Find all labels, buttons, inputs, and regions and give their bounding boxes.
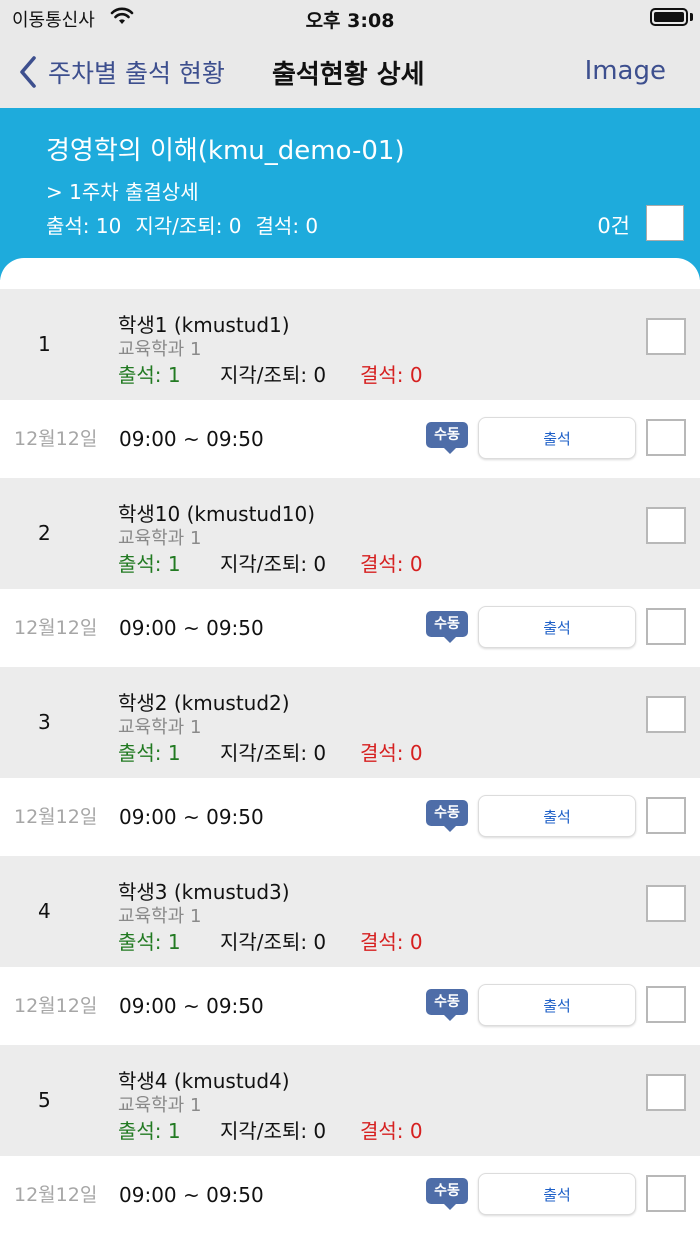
image-button[interactable]: Image xyxy=(585,56,666,86)
attendance-status-button[interactable]: 출석 xyxy=(478,1173,636,1215)
student-late-count: 지각/조퇴: 0 xyxy=(220,552,327,576)
attendance-status-button[interactable]: 출석 xyxy=(478,606,636,648)
student-checkbox[interactable] xyxy=(646,318,686,355)
student-department: 교육학과 1 xyxy=(118,717,202,738)
manual-badge: 수동 xyxy=(426,1178,468,1210)
manual-badge: 수동 xyxy=(426,611,468,643)
back-button[interactable]: 주차별 출석 현황 xyxy=(18,52,225,92)
session-date: 12월12일 xyxy=(14,617,98,639)
session-date: 12월12일 xyxy=(14,1184,98,1206)
student-number: 2 xyxy=(38,521,51,545)
session-row: 12월12일 09:00 ~ 09:50 수동 출석 xyxy=(0,967,700,1045)
session-row: 12월12일 09:00 ~ 09:50 수동 출석 xyxy=(0,400,700,478)
week-label: > 1주차 출결상세 xyxy=(46,180,199,204)
session-date: 12월12일 xyxy=(14,995,98,1017)
selected-count: 0건 xyxy=(597,214,630,238)
manual-badge: 수동 xyxy=(426,989,468,1021)
session-checkbox[interactable] xyxy=(646,1175,686,1212)
student-present-count: 출석: 1 xyxy=(118,930,181,954)
student-name: 학생10 (kmustud10) xyxy=(118,502,316,526)
student-absent-count: 결석: 0 xyxy=(360,930,423,954)
session-row: 12월12일 09:00 ~ 09:50 수동 출석 xyxy=(0,589,700,667)
student-present-count: 출석: 1 xyxy=(118,1119,181,1143)
course-title: 경영학의 이해(kmu_demo-01) xyxy=(46,136,405,166)
attendance-summary: 출석: 10 지각/조퇴: 0 결석: 0 xyxy=(46,210,332,239)
battery-icon xyxy=(650,8,688,26)
session-checkbox[interactable] xyxy=(646,986,686,1023)
student-late-count: 지각/조퇴: 0 xyxy=(220,741,327,765)
student-department: 교육학과 1 xyxy=(118,1095,202,1116)
student-name: 학생2 (kmustud2) xyxy=(118,691,290,715)
course-header: 경영학의 이해(kmu_demo-01) > 1주차 출결상세 출석: 10 지각… xyxy=(0,108,700,280)
battery-tip xyxy=(690,13,693,21)
student-row[interactable]: 4 학생3 (kmustud3) 교육학과 1 출석: 1 지각/조퇴: 0 결석: 0 xyxy=(0,856,700,967)
session-time: 09:00 ~ 09:50 xyxy=(119,805,264,829)
student-checkbox[interactable] xyxy=(646,885,686,922)
summary-absent: 결석: 0 xyxy=(255,214,319,238)
student-name: 학생4 (kmustud4) xyxy=(118,1069,290,1093)
chevron-left-icon xyxy=(20,56,36,88)
clock: 오후 3:08 xyxy=(305,10,395,32)
student-department: 교육학과 1 xyxy=(118,906,202,927)
session-date: 12월12일 xyxy=(14,806,98,828)
student-name: 학생1 (kmustud1) xyxy=(118,313,290,337)
student-department: 교육학과 1 xyxy=(118,528,202,549)
student-late-count: 지각/조퇴: 0 xyxy=(220,363,327,387)
student-present-count: 출석: 1 xyxy=(118,741,181,765)
student-number: 3 xyxy=(38,710,51,734)
session-checkbox[interactable] xyxy=(646,419,686,456)
attendance-status-button[interactable]: 출석 xyxy=(478,795,636,837)
attendance-status-button[interactable]: 출석 xyxy=(478,984,636,1026)
manual-badge: 수동 xyxy=(426,422,468,454)
student-present-count: 출석: 1 xyxy=(118,363,181,387)
session-checkbox[interactable] xyxy=(646,608,686,645)
student-row[interactable]: 3 학생2 (kmustud2) 교육학과 1 출석: 1 지각/조퇴: 0 결석: 0 xyxy=(0,667,700,778)
student-number: 5 xyxy=(38,1088,51,1112)
status-bar: 이동통신사 오후 3:08 xyxy=(0,0,700,36)
navigation-bar: 주차별 출석 현황 출석현황 상세 Image xyxy=(0,36,700,108)
student-list: 1 학생1 (kmustud1) 교육학과 1 출석: 1 지각/조퇴: 0 결석: 01… xyxy=(0,289,700,1234)
session-time: 09:00 ~ 09:50 xyxy=(119,616,264,640)
manual-badge: 수동 xyxy=(426,800,468,832)
select-all-checkbox[interactable] xyxy=(646,205,684,241)
summary-present: 출석: 10 xyxy=(46,214,122,238)
student-number: 4 xyxy=(38,899,51,923)
student-absent-count: 결석: 0 xyxy=(360,741,423,765)
student-row[interactable]: 2 학생10 (kmustud10) 교육학과 1 출석: 1 지각/조퇴: 0 결석: … xyxy=(0,478,700,589)
student-number: 1 xyxy=(38,332,51,356)
student-row[interactable]: 1 학생1 (kmustud1) 교육학과 1 출석: 1 지각/조퇴: 0 결석: 0 xyxy=(0,289,700,400)
student-absent-count: 결석: 0 xyxy=(360,552,423,576)
session-row: 12월12일 09:00 ~ 09:50 수동 출석 xyxy=(0,1156,700,1234)
back-button-label: 주차별 출석 현황 xyxy=(48,59,225,88)
student-absent-count: 결석: 0 xyxy=(360,363,423,387)
student-checkbox[interactable] xyxy=(646,507,686,544)
session-time: 09:00 ~ 09:50 xyxy=(119,427,264,451)
session-time: 09:00 ~ 09:50 xyxy=(119,1183,264,1207)
student-late-count: 지각/조퇴: 0 xyxy=(220,930,327,954)
attendance-status-button[interactable]: 출석 xyxy=(478,417,636,459)
student-department: 교육학과 1 xyxy=(118,339,202,360)
page-title: 출석현황 상세 xyxy=(272,60,425,90)
session-checkbox[interactable] xyxy=(646,797,686,834)
summary-late: 지각/조퇴: 0 xyxy=(135,214,242,238)
session-time: 09:00 ~ 09:50 xyxy=(119,994,264,1018)
student-row[interactable]: 5 학생4 (kmustud4) 교육학과 1 출석: 1 지각/조퇴: 0 결석: 0 xyxy=(0,1045,700,1156)
session-date: 12월12일 xyxy=(14,428,98,450)
student-checkbox[interactable] xyxy=(646,696,686,733)
student-absent-count: 결석: 0 xyxy=(360,1119,423,1143)
student-late-count: 지각/조퇴: 0 xyxy=(220,1119,327,1143)
student-checkbox[interactable] xyxy=(646,1074,686,1111)
student-name: 학생3 (kmustud3) xyxy=(118,880,290,904)
student-present-count: 출석: 1 xyxy=(118,552,181,576)
session-row: 12월12일 09:00 ~ 09:50 수동 출석 xyxy=(0,778,700,856)
